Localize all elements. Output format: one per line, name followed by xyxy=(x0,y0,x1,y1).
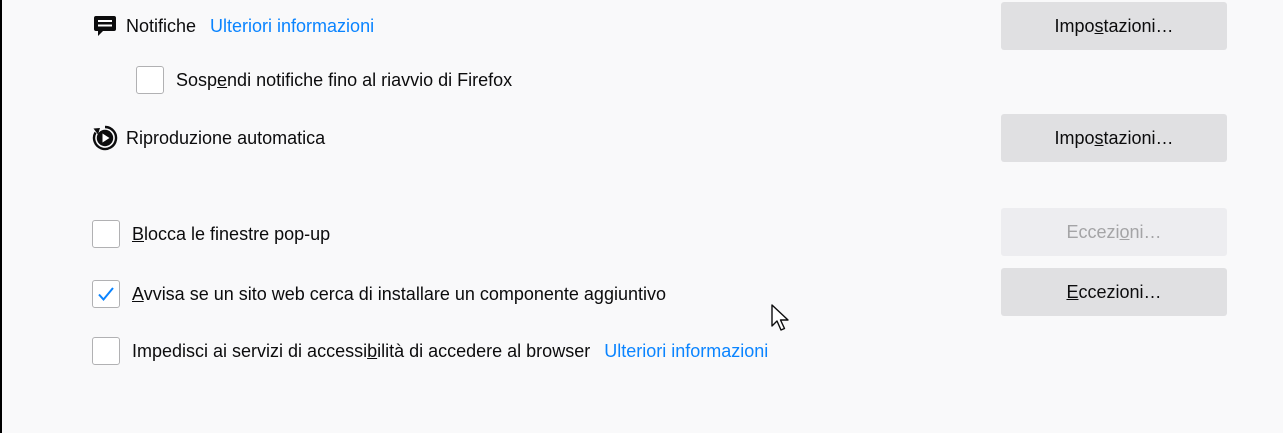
button-accesskey: o xyxy=(1119,221,1130,242)
button-accesskey: s xyxy=(1094,127,1104,148)
button-text: tazioni… xyxy=(1103,15,1174,36)
autoplay-icon xyxy=(92,125,118,151)
block-popups-row[interactable]: Blocca le finestre pop-up xyxy=(92,217,330,251)
block-popups-label: Blocca le finestre pop-up xyxy=(132,223,331,244)
button-text: Impo xyxy=(1054,15,1095,36)
button-text: ni… xyxy=(1129,221,1162,242)
button-text: tazioni… xyxy=(1103,127,1174,148)
suspend-notifications-checkbox[interactable] xyxy=(136,66,164,94)
notifications-settings-button[interactable]: Impo s tazioni… xyxy=(1001,2,1227,50)
suspend-notifications-row[interactable]: Sospendi notifiche fino al riavvio di Fi… xyxy=(136,63,512,97)
warn-addons-checkbox[interactable] xyxy=(92,280,120,308)
accessibility-label: Impedisci ai servizi di accessibilità di… xyxy=(132,340,591,361)
button-text: ccezioni… xyxy=(1078,281,1162,302)
permissions-panel: Notifiche Ulteriori informazioni Impo s ta… xyxy=(2,0,1283,433)
warn-addons-label: Avvisa se un sito web cerca di installar… xyxy=(132,283,666,304)
notifications-label: Notifiche xyxy=(126,15,197,36)
message-bubble-icon xyxy=(92,13,118,39)
button-text: Eccezi xyxy=(1066,221,1120,242)
button-text: Impo xyxy=(1054,127,1095,148)
accessibility-learn-more-link[interactable]: Ulteriori informazioni xyxy=(604,341,768,362)
notifications-row: Notifiche Ulteriori informazioni xyxy=(92,9,374,43)
button-accesskey: s xyxy=(1094,15,1104,36)
block-accessibility-checkbox[interactable] xyxy=(92,337,120,365)
suspend-notifications-label: Sospendi notifiche fino al riavvio di Fi… xyxy=(176,69,513,90)
mouse-cursor-icon xyxy=(771,304,789,331)
autoplay-row: Riproduzione automatica xyxy=(92,121,325,155)
checkmark-icon xyxy=(98,287,114,302)
notifications-learn-more-link[interactable]: Ulteriori informazioni xyxy=(210,16,374,37)
accessibility-row[interactable]: Impedisci ai servizi di accessibilità di… xyxy=(92,334,768,368)
addon-exceptions-button[interactable]: Eccezioni… xyxy=(1001,268,1227,316)
block-popups-checkbox[interactable] xyxy=(92,220,120,248)
popup-exceptions-button[interactable]: Eccezi o ni… xyxy=(1001,208,1227,256)
autoplay-label: Riproduzione automatica xyxy=(126,127,326,148)
button-accesskey: E xyxy=(1066,281,1079,302)
warn-addons-row[interactable]: Avvisa se un sito web cerca di installar… xyxy=(92,277,666,311)
autoplay-settings-button[interactable]: Impo s tazioni… xyxy=(1001,114,1227,162)
